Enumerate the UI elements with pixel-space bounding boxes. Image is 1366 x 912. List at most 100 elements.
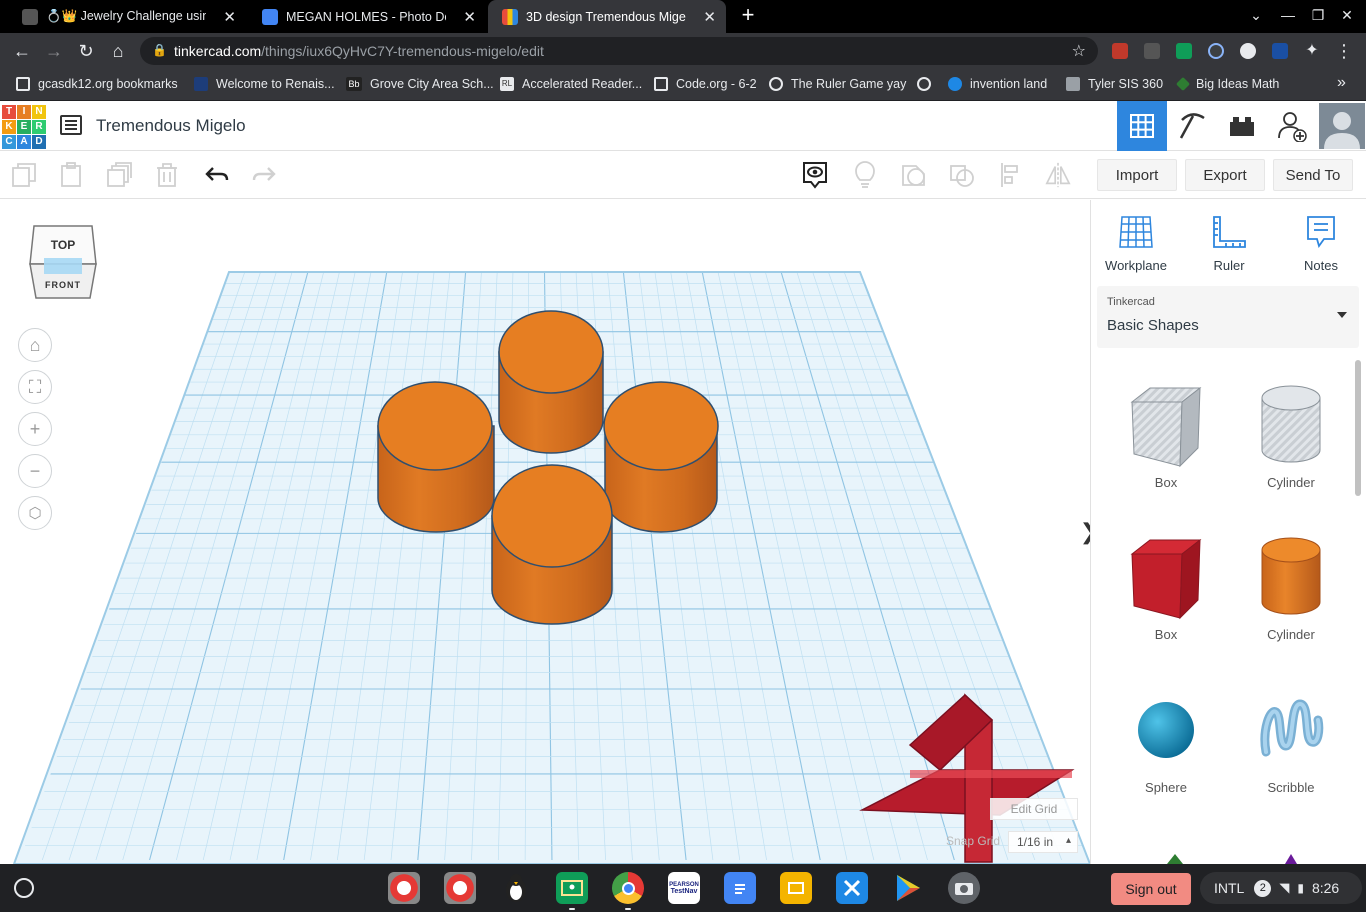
perspective-toggle-icon[interactable]: ⬡ xyxy=(18,496,52,530)
3d-workspace[interactable]: TOP FRONT ⌂ ⛶ + − ⬡ ❯ Edit Grid Snap Gri… xyxy=(0,200,1090,864)
minimize-icon[interactable]: — xyxy=(1279,7,1297,23)
3d-view-button[interactable] xyxy=(1117,101,1167,151)
redo-icon[interactable] xyxy=(250,161,278,189)
extension-icon[interactable] xyxy=(1208,43,1224,59)
send-to-button[interactable]: Send To xyxy=(1273,159,1353,191)
workplane-tool[interactable]: Workplane xyxy=(1096,212,1176,273)
add-collaborator-button[interactable] xyxy=(1267,101,1317,151)
chrome-app-icon[interactable] xyxy=(444,872,476,904)
bricks-view-button[interactable] xyxy=(1217,101,1267,151)
close-tab-icon[interactable]: ✕ xyxy=(463,8,476,26)
bookmark-item[interactable]: Tyler SIS 360 xyxy=(1066,77,1163,91)
snap-grid-select[interactable]: 1/16 in ▴ xyxy=(1008,831,1078,853)
bookmark-item[interactable]: Code.org - 6-2 xyxy=(654,77,757,91)
copy-icon[interactable] xyxy=(10,161,38,189)
extension-icon[interactable] xyxy=(1112,43,1128,59)
reload-icon[interactable]: ↻ xyxy=(74,39,98,63)
zoom-in-icon[interactable]: + xyxy=(18,412,52,446)
status-tray[interactable]: INTL 2 ◥ ▮ 8:26 xyxy=(1200,872,1362,904)
bookmark-item[interactable]: The Ruler Game yay xyxy=(769,77,906,91)
sheets-extension-icon[interactable] xyxy=(1176,43,1192,59)
bookmark-item[interactable]: Bb Grove City Area Sch... xyxy=(346,77,494,91)
paste-icon[interactable] xyxy=(57,161,85,189)
collapse-panel-icon[interactable]: ❯ xyxy=(1080,512,1090,552)
lightbulb-icon[interactable] xyxy=(851,161,879,189)
chrome-browser-icon[interactable] xyxy=(612,872,644,910)
ungroup-icon[interactable] xyxy=(948,161,976,189)
bookmark-item[interactable]: Big Ideas Math xyxy=(1175,76,1279,92)
shape-sphere[interactable]: Sphere xyxy=(1116,680,1216,795)
bookmark-star-icon[interactable]: ☆ xyxy=(1072,41,1086,61)
launcher-icon[interactable] xyxy=(14,878,34,898)
edit-grid-button[interactable]: Edit Grid xyxy=(990,798,1078,820)
bookmark-item[interactable] xyxy=(917,77,939,91)
panel-scrollbar[interactable] xyxy=(1355,360,1361,496)
design-title[interactable]: Tremendous Migelo xyxy=(96,116,246,136)
home-icon[interactable]: ⌂ xyxy=(106,39,130,63)
ruler-tool[interactable]: Ruler xyxy=(1189,212,1269,273)
close-tab-icon[interactable]: ✕ xyxy=(703,8,716,26)
cylinder-shape[interactable] xyxy=(491,464,613,625)
view-cube[interactable]: TOP FRONT xyxy=(28,222,98,302)
bookmark-item[interactable]: RL Accelerated Reader... xyxy=(500,77,642,91)
address-bar[interactable]: 🔒 tinkercad.com/things/iux6QyHvC7Y-treme… xyxy=(140,37,1098,65)
show-all-icon[interactable] xyxy=(801,161,829,189)
testnav-app-icon[interactable]: PEARSON TestNav xyxy=(668,872,700,904)
docs-app-icon[interactable] xyxy=(724,872,756,904)
extension-icon[interactable] xyxy=(1144,43,1160,59)
cylinder-shape[interactable] xyxy=(498,310,604,454)
x-app-icon[interactable] xyxy=(836,872,868,904)
play-store-icon[interactable] xyxy=(892,872,924,904)
extension-icon[interactable] xyxy=(1272,43,1288,59)
forward-icon[interactable]: → xyxy=(42,39,66,63)
shape-cylinder-hole[interactable]: Cylinder xyxy=(1241,375,1341,490)
cylinder-shape[interactable] xyxy=(377,381,495,533)
delete-icon[interactable] xyxy=(153,161,181,189)
tinkercad-logo[interactable]: T I N K E R C A D xyxy=(2,105,46,149)
penguin-app-icon[interactable] xyxy=(500,872,532,904)
avatar[interactable] xyxy=(1317,101,1366,151)
classroom-app-icon[interactable] xyxy=(556,872,588,910)
extensions-puzzle-icon[interactable]: ✦ xyxy=(1300,39,1324,63)
bookmark-item[interactable]: invention land xyxy=(948,77,1047,91)
more-bookmarks-icon[interactable]: » xyxy=(1337,74,1346,92)
home-view-icon[interactable]: ⌂ xyxy=(18,328,52,362)
cylinder-shape[interactable] xyxy=(603,381,719,533)
slides-app-icon[interactable] xyxy=(780,872,812,904)
browser-menu-icon[interactable]: ⋮ xyxy=(1332,39,1356,63)
duplicate-icon[interactable] xyxy=(105,161,133,189)
shape-scribble[interactable]: Scribble xyxy=(1241,680,1341,795)
viewcube-front-label[interactable]: FRONT xyxy=(28,280,98,290)
sign-out-button[interactable]: Sign out xyxy=(1111,873,1191,905)
align-icon[interactable] xyxy=(998,161,1026,189)
tab-search-icon[interactable]: ⌄ xyxy=(1247,7,1265,24)
maximize-icon[interactable]: ❐ xyxy=(1309,7,1327,24)
shape-box-hole[interactable]: Box xyxy=(1116,375,1216,490)
close-tab-icon[interactable]: ✕ xyxy=(223,8,236,26)
browser-tab[interactable]: 💍👑 Jewelry Challenge using T ✕ xyxy=(8,0,246,33)
bookmark-item[interactable]: Welcome to Renais... xyxy=(194,77,335,91)
shape-library-select[interactable]: Tinkercad Basic Shapes xyxy=(1097,286,1359,348)
blocks-view-button[interactable] xyxy=(1167,101,1217,151)
browser-tab[interactable]: MEGAN HOLMES - Photo Docum ✕ xyxy=(248,0,486,33)
viewcube-top-label[interactable]: TOP xyxy=(28,238,98,252)
group-icon[interactable] xyxy=(900,161,928,189)
import-button[interactable]: Import xyxy=(1097,159,1177,191)
shape-box[interactable]: Box xyxy=(1116,527,1216,642)
mirror-icon[interactable] xyxy=(1044,161,1072,189)
workplane-grid[interactable] xyxy=(0,200,1090,864)
zoom-out-icon[interactable]: − xyxy=(18,454,52,488)
design-list-icon[interactable] xyxy=(60,115,82,135)
close-window-icon[interactable]: ✕ xyxy=(1338,7,1356,24)
notes-tool[interactable]: Notes xyxy=(1281,212,1361,273)
shape-cylinder[interactable]: Cylinder xyxy=(1241,527,1341,642)
camera-app-icon[interactable] xyxy=(948,872,980,904)
bookmark-item[interactable]: gcasdk12.org bookmarks xyxy=(16,77,178,91)
cloud-extension-icon[interactable] xyxy=(1240,43,1256,59)
browser-tab-active[interactable]: 3D design Tremendous Migelo | ✕ xyxy=(488,0,726,33)
new-tab-icon[interactable]: + xyxy=(737,4,759,26)
undo-icon[interactable] xyxy=(203,161,231,189)
chrome-app-icon[interactable] xyxy=(388,872,420,904)
back-icon[interactable]: ← xyxy=(10,39,34,63)
fit-view-icon[interactable]: ⛶ xyxy=(18,370,52,404)
